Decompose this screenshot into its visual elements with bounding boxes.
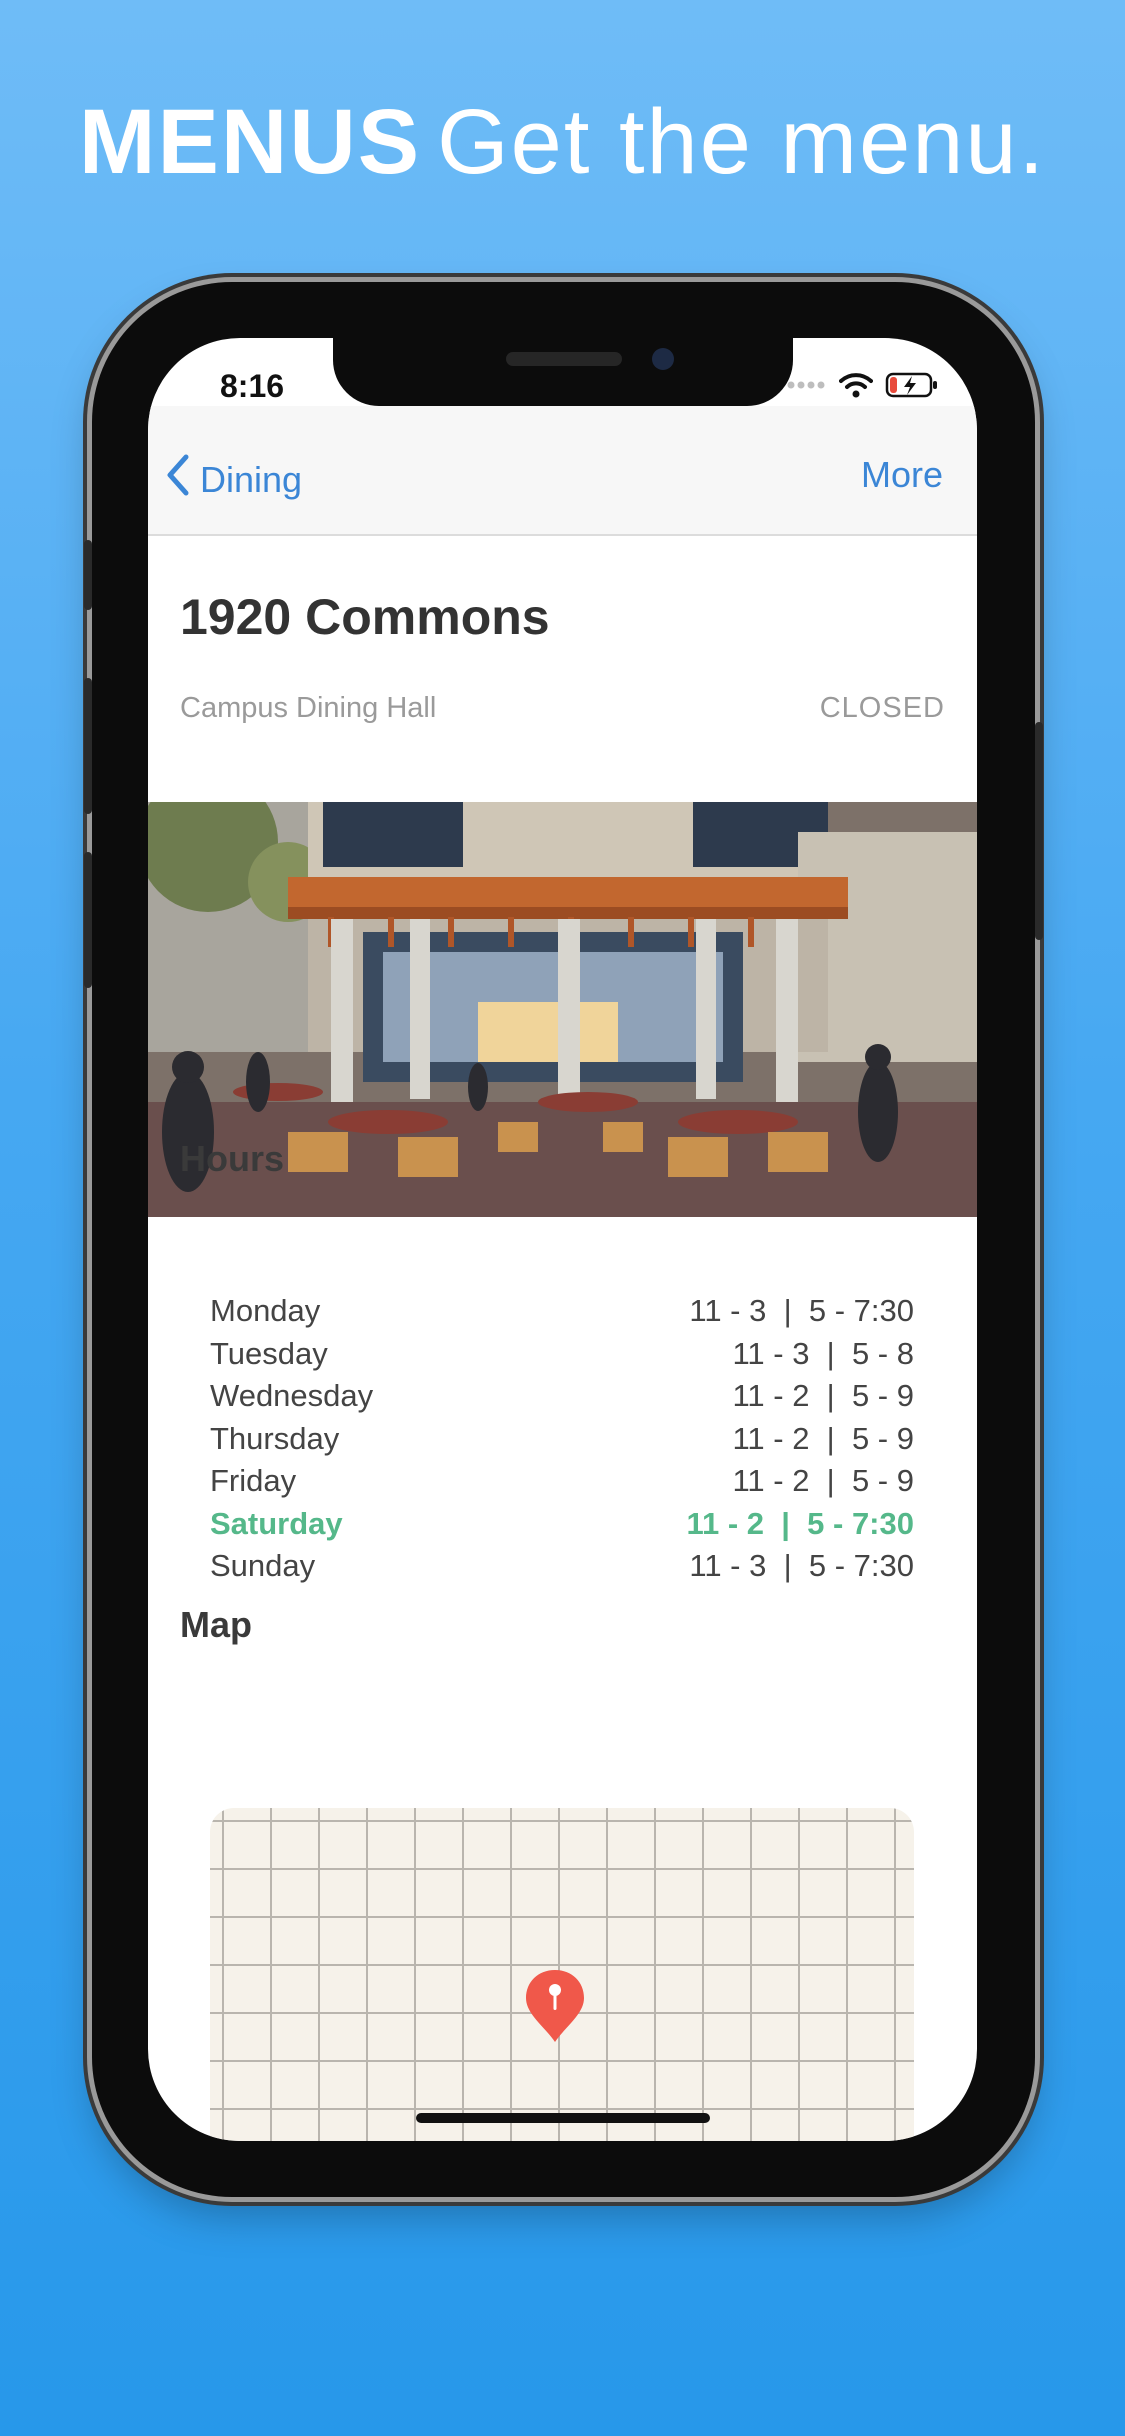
volume-down-button xyxy=(84,852,92,988)
hours-day: Wednesday xyxy=(210,1378,374,1413)
home-indicator[interactable] xyxy=(416,2113,710,2123)
headline-bold: MENUS xyxy=(78,91,422,193)
location-title: 1920 Commons xyxy=(180,589,550,645)
app-screen: 8:16 Dining More 1920 Commons Campus Din… xyxy=(148,338,977,2141)
silent-switch xyxy=(84,540,92,610)
hours-row-monday: Monday 11 - 3 | 5 - 7:30 xyxy=(210,1290,914,1333)
notch xyxy=(333,338,793,406)
status-time: 8:16 xyxy=(220,368,285,404)
hours-table: Monday 11 - 3 | 5 - 7:30 Tuesday 11 - 3 … xyxy=(210,1290,914,1588)
hours-day: Tuesday xyxy=(210,1335,328,1371)
hours-row-thursday: Thursday 11 - 2 | 5 - 9 xyxy=(210,1418,914,1461)
status-badge: CLOSED xyxy=(819,692,945,724)
status-icons xyxy=(787,372,939,398)
volume-up-button xyxy=(84,678,92,814)
hours-time: 11 - 2 | 5 - 7:30 xyxy=(686,1505,914,1541)
hours-time: 11 - 3 | 5 - 7:30 xyxy=(689,1293,914,1328)
hours-row-wednesday: Wednesday 11 - 2 | 5 - 9 xyxy=(210,1375,914,1418)
battery-charging-icon xyxy=(885,372,939,398)
hours-day: Thursday xyxy=(210,1420,340,1456)
hours-day: Monday xyxy=(210,1293,321,1328)
back-button-label: Dining xyxy=(200,458,303,500)
map-pin-icon[interactable] xyxy=(524,1968,586,2049)
headline-light: Get the menu. xyxy=(437,91,1047,193)
hours-row-friday: Friday 11 - 2 | 5 - 9 xyxy=(210,1460,914,1503)
front-camera xyxy=(652,348,674,370)
wifi-icon xyxy=(839,372,873,398)
hours-row-saturday-today: Saturday 11 - 2 | 5 - 7:30 xyxy=(210,1503,914,1546)
map-heading: Map xyxy=(180,1604,252,1645)
signal-dots-icon xyxy=(787,380,827,390)
hours-heading: Hours xyxy=(180,1138,285,1179)
hours-time: 11 - 2 | 5 - 9 xyxy=(732,1378,914,1413)
hours-time: 11 - 2 | 5 - 9 xyxy=(732,1420,914,1456)
navigation-bar: Dining More xyxy=(148,406,977,536)
marketing-headline: MENUS Get the menu. xyxy=(0,90,1125,195)
speaker-grille xyxy=(506,352,622,366)
hours-day: Friday xyxy=(210,1463,297,1498)
back-button[interactable]: Dining xyxy=(166,454,302,505)
more-button[interactable]: More xyxy=(861,454,943,496)
hours-row-tuesday: Tuesday 11 - 3 | 5 - 8 xyxy=(210,1333,914,1376)
hours-day: Saturday xyxy=(210,1505,343,1541)
power-button xyxy=(1035,722,1043,940)
hours-row-sunday: Sunday 11 - 3 | 5 - 7:30 xyxy=(210,1545,914,1588)
location-map[interactable] xyxy=(210,1808,914,2141)
hours-day: Sunday xyxy=(210,1548,316,1583)
location-type: Campus Dining Hall xyxy=(180,692,437,724)
hours-time: 11 - 2 | 5 - 9 xyxy=(732,1463,914,1498)
chevron-left-icon xyxy=(166,454,200,505)
hours-time: 11 - 3 | 5 - 8 xyxy=(732,1335,914,1371)
hours-time: 11 - 3 | 5 - 7:30 xyxy=(689,1548,914,1583)
